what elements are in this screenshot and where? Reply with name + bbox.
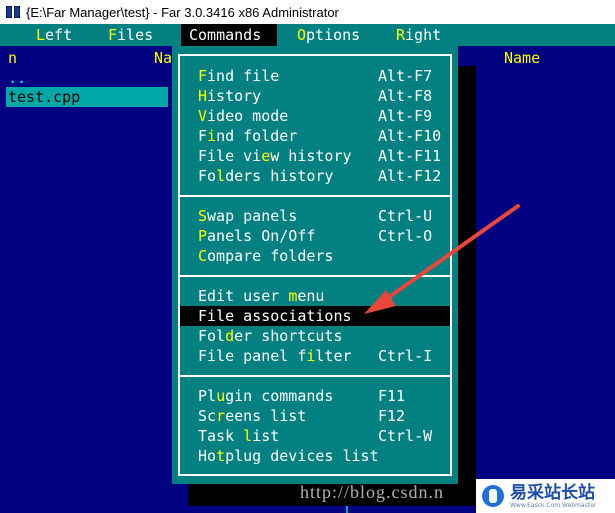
- blog-watermark: http://blog.csdn.n: [300, 482, 444, 502]
- brand-logo-icon: [482, 485, 504, 507]
- annotation-arrow: [364, 204, 520, 314]
- brand-subtext: Www.Easck.Com Webmaster: [510, 501, 597, 509]
- brand-text: 易采站长站: [510, 482, 595, 503]
- brand-badge: 易采站长站 Www.Easck.Com Webmaster: [476, 479, 615, 513]
